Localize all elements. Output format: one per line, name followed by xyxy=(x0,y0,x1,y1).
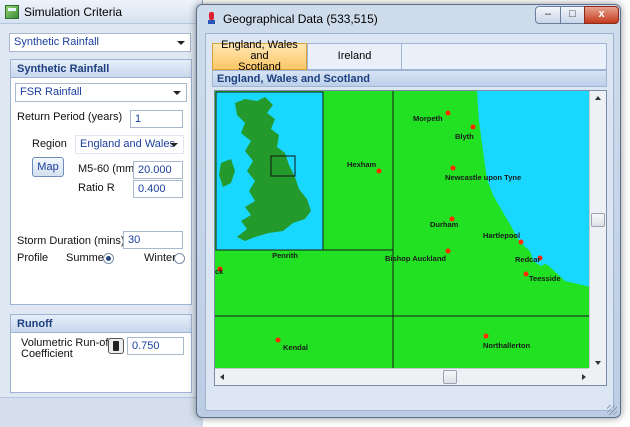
vertical-scroll-thumb[interactable] xyxy=(591,213,605,227)
profile-summer-label: Summer xyxy=(66,252,108,264)
scroll-down-icon[interactable] xyxy=(595,361,601,365)
region-label: Region xyxy=(32,138,67,150)
runoff-coefficient-label-2: Coefficient xyxy=(21,348,73,360)
close-button[interactable]: x xyxy=(584,6,619,24)
town-dot xyxy=(275,337,281,343)
town-dot xyxy=(518,239,524,245)
rainfall-type-value: Synthetic Rainfall xyxy=(14,36,99,48)
town-label: Penrith xyxy=(272,251,298,260)
town-label: Kendal xyxy=(283,343,308,352)
place-marker: Redcar xyxy=(515,255,543,264)
map-button[interactable]: Map xyxy=(32,157,64,177)
town-label: Bishop Auckland xyxy=(385,254,446,263)
scroll-right-icon[interactable] xyxy=(582,374,586,380)
chevron-down-icon xyxy=(177,41,185,45)
geographical-data-client: England, Wales and Scotland Ireland Engl… xyxy=(205,33,614,411)
horizontal-scrollbar[interactable] xyxy=(215,368,591,385)
town-label: Hexham xyxy=(347,160,377,169)
chevron-down-icon xyxy=(170,143,178,147)
region-dropdown[interactable]: England and Wales xyxy=(75,135,184,154)
town-dot xyxy=(470,124,476,130)
map-viewport[interactable]: Morpeth Blyth Hexham Newcastle upon Tyne Dur… xyxy=(214,90,607,386)
ratio-r-input[interactable]: 0.400 xyxy=(133,180,183,198)
town-label: Blyth xyxy=(455,132,474,141)
region-value: England and Wales xyxy=(80,138,175,150)
maximize-button[interactable]: □ xyxy=(560,6,585,24)
return-period-input[interactable]: 1 xyxy=(130,110,183,128)
profile-summer-radio[interactable] xyxy=(103,253,114,264)
resize-grip-icon[interactable] xyxy=(607,405,617,415)
scroll-up-icon[interactable] xyxy=(595,96,601,100)
m5-60-input[interactable]: 20.000 xyxy=(133,161,183,179)
runoff-header: Runoff xyxy=(11,315,191,333)
place-marker: Teesside xyxy=(523,271,561,283)
town-label: Northallerton xyxy=(483,341,531,350)
scrollbar-corner xyxy=(589,368,606,385)
profile-winter-label: Winter xyxy=(144,252,176,264)
tab-ireland[interactable]: Ireland xyxy=(307,43,402,70)
town-dot xyxy=(523,271,529,277)
simulation-criteria-window: Simulation Criteria Synthetic Rainfall S… xyxy=(0,0,203,427)
tab-label-line1: England, Wales and xyxy=(221,39,298,62)
map-pin-icon xyxy=(207,12,217,26)
m5-60-label: M5-60 (mm) xyxy=(78,163,138,175)
map-canvas[interactable]: Morpeth Blyth Hexham Newcastle upon Tyne Dur… xyxy=(215,91,591,370)
town-dot xyxy=(483,333,489,339)
app-icon xyxy=(5,4,19,19)
return-period-label: Return Period (years) xyxy=(17,111,123,123)
profile-winter-radio[interactable] xyxy=(174,253,185,264)
town-label: Morpeth xyxy=(413,114,443,123)
town-dot xyxy=(376,168,382,174)
calculator-icon[interactable] xyxy=(108,338,124,354)
place-marker: ck xyxy=(215,266,224,276)
map-region-heading: England, Wales and Scotland xyxy=(212,70,607,87)
town-label: Hartlepool xyxy=(483,231,520,240)
horizontal-scroll-thumb[interactable] xyxy=(443,370,457,384)
overview-inset[interactable] xyxy=(215,91,324,251)
storm-duration-input[interactable]: 30 xyxy=(123,231,183,249)
town-label: Durham xyxy=(430,220,459,229)
town-label: Redcar xyxy=(515,255,541,264)
town-dot xyxy=(450,165,456,171)
storm-duration-label: Storm Duration (mins) xyxy=(17,235,125,247)
rainfall-method-dropdown[interactable]: FSR Rainfall xyxy=(15,83,187,102)
town-dot xyxy=(445,248,451,254)
ratio-r-label: Ratio R xyxy=(78,182,115,194)
rainfall-method-value: FSR Rainfall xyxy=(20,86,82,98)
town-dot xyxy=(445,110,451,116)
runoff-coefficient-input[interactable]: 0.750 xyxy=(127,337,184,355)
simulation-criteria-titlebar: Simulation Criteria xyxy=(0,0,202,24)
geographical-data-window: Geographical Data (533,515) – □ x Englan… xyxy=(196,4,621,418)
profile-label: Profile xyxy=(17,252,49,264)
rainfall-type-dropdown[interactable]: Synthetic Rainfall xyxy=(9,33,191,52)
town-label: Teesside xyxy=(529,274,561,283)
geographical-data-title: Geographical Data (533,515) xyxy=(223,12,378,26)
synthetic-rainfall-header: Synthetic Rainfall xyxy=(11,60,191,78)
simulation-criteria-title: Simulation Criteria xyxy=(24,4,123,19)
tab-england-wales-scotland[interactable]: England, Wales and Scotland xyxy=(212,39,307,73)
chevron-down-icon xyxy=(173,91,181,95)
status-bar xyxy=(0,397,203,427)
vertical-scrollbar[interactable] xyxy=(589,91,606,370)
tab-strip-empty xyxy=(402,43,607,70)
place-marker: Penrith xyxy=(272,251,298,260)
scroll-left-icon[interactable] xyxy=(220,374,224,380)
minimize-button[interactable]: – xyxy=(535,6,561,24)
town-label: Newcastle upon Tyne xyxy=(445,173,521,182)
town-label: ck xyxy=(215,267,224,276)
